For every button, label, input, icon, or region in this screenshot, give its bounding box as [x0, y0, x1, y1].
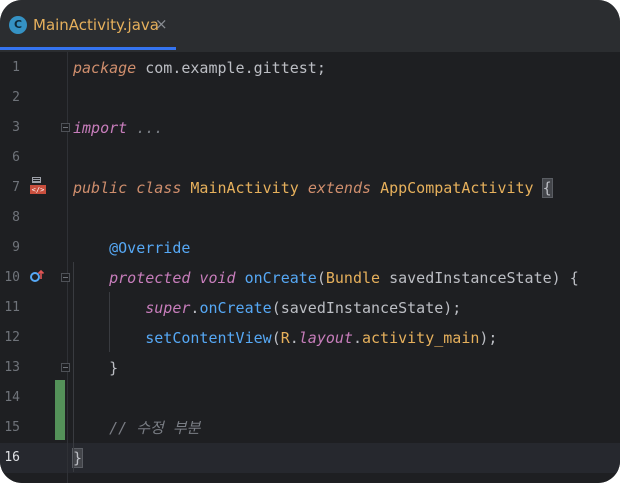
code-token: ( — [271, 329, 281, 347]
code-line[interactable]: 15 // 수정 부분 — [0, 413, 620, 443]
matched-brace: } — [71, 448, 84, 468]
code-token: setContentView — [145, 329, 272, 347]
line-number: 8 — [12, 210, 20, 225]
fold-icon[interactable] — [61, 123, 70, 132]
code-token: super — [145, 299, 191, 317]
code-line[interactable]: 6 — [0, 143, 620, 173]
indent-guide — [109, 292, 110, 352]
gutter-separator — [67, 52, 68, 483]
code-token: onCreate — [244, 269, 317, 287]
line-number: 1 — [12, 60, 20, 75]
code-token: import — [73, 119, 128, 137]
code-token: ... — [127, 119, 164, 137]
code-token: savedInstanceState) { — [389, 269, 579, 287]
code-text[interactable]: public class MainActivity extends AppCom… — [73, 173, 553, 203]
line-number: 9 — [12, 240, 20, 255]
code-token: . — [352, 329, 362, 347]
line-number: 10 — [4, 270, 20, 285]
code-editor[interactable]: 1 package com.example.gittest; 2 3 import ..… — [0, 52, 620, 483]
line-number: 15 — [4, 420, 20, 435]
code-token: } — [73, 359, 119, 377]
close-icon[interactable]: × — [155, 15, 168, 33]
code-text[interactable]: setContentView(R.layout.activity_main); — [73, 323, 497, 353]
svg-text:</>: </> — [32, 186, 45, 194]
line-number: 13 — [4, 360, 20, 375]
code-token: com.example.gittest; — [136, 59, 326, 77]
override-method-icon[interactable] — [28, 268, 46, 286]
code-line[interactable]: 14 — [0, 383, 620, 413]
fold-icon[interactable] — [61, 273, 70, 282]
code-token: onCreate — [199, 299, 272, 317]
code-text[interactable]: super.onCreate(savedInstanceState); — [73, 293, 461, 323]
code-token: extends — [307, 179, 381, 197]
code-text[interactable]: // 수정 부분 — [73, 413, 200, 443]
code-token: AppCompatActivity — [380, 179, 543, 197]
code-text[interactable]: import ... — [73, 113, 163, 143]
code-token: @Override — [109, 239, 191, 257]
vcs-added-marker[interactable] — [55, 380, 65, 440]
code-line[interactable]: 2 — [0, 83, 620, 113]
code-line[interactable]: 16} — [0, 443, 620, 473]
indent-guide — [73, 262, 74, 472]
editor-window: C MainActivity.java × 1 package com.examp… — [0, 0, 620, 483]
code-line[interactable]: 13 } — [0, 353, 620, 383]
line-number: 16 — [4, 450, 20, 465]
code-text[interactable]: @Override — [73, 233, 190, 263]
line-number: 6 — [12, 150, 20, 165]
code-token: Bundle — [325, 269, 390, 287]
fold-icon[interactable] — [61, 363, 70, 372]
code-line[interactable]: 11 super.onCreate(savedInstanceState); — [0, 293, 620, 323]
code-line[interactable]: 8 — [0, 203, 620, 233]
code-text[interactable]: package com.example.gittest; — [73, 53, 326, 83]
tab-mainactivity[interactable]: C MainActivity.java × — [0, 0, 176, 50]
code-line[interactable]: 9 @Override — [0, 233, 620, 263]
code-token: R — [280, 329, 290, 347]
code-text[interactable]: } — [73, 353, 118, 383]
code-token: . — [289, 329, 299, 347]
code-line[interactable]: 7 public class MainActivity extends AppCo… — [0, 173, 620, 203]
code-token: ); — [479, 329, 498, 347]
code-token: protected void — [109, 269, 245, 287]
tab-title: MainActivity.java — [33, 16, 159, 34]
code-line[interactable]: 10 protected void onCreate(Bundle savedI… — [0, 263, 620, 293]
code-token: layout — [298, 329, 353, 347]
code-token: ( — [316, 269, 326, 287]
code-token: package — [73, 59, 137, 77]
code-text[interactable]: protected void onCreate(Bundle savedInst… — [73, 263, 579, 293]
code-token: (savedInstanceState); — [271, 299, 462, 317]
tab-bar: C MainActivity.java × — [0, 0, 620, 50]
code-text[interactable]: } — [71, 443, 84, 473]
matched-brace: { — [541, 178, 553, 198]
line-number: 2 — [12, 90, 20, 105]
code-line[interactable]: 3 import ... — [0, 113, 620, 143]
override-hierarchy-icon[interactable]: </> — [29, 176, 49, 196]
line-number: 12 — [4, 330, 20, 345]
java-class-icon: C — [9, 16, 27, 34]
line-number: 3 — [12, 120, 20, 135]
line-number: 7 — [12, 180, 20, 195]
code-token: public class — [73, 179, 191, 197]
code-token: MainActivity — [190, 179, 308, 197]
line-number: 11 — [4, 300, 20, 315]
code-token: activity_main — [362, 329, 480, 347]
code-token: // 수정 부분 — [109, 419, 201, 437]
code-line[interactable]: 1 package com.example.gittest; — [0, 53, 620, 83]
code-line[interactable]: 12 setContentView(R.layout.activity_main… — [0, 323, 620, 353]
line-number: 14 — [4, 390, 20, 405]
